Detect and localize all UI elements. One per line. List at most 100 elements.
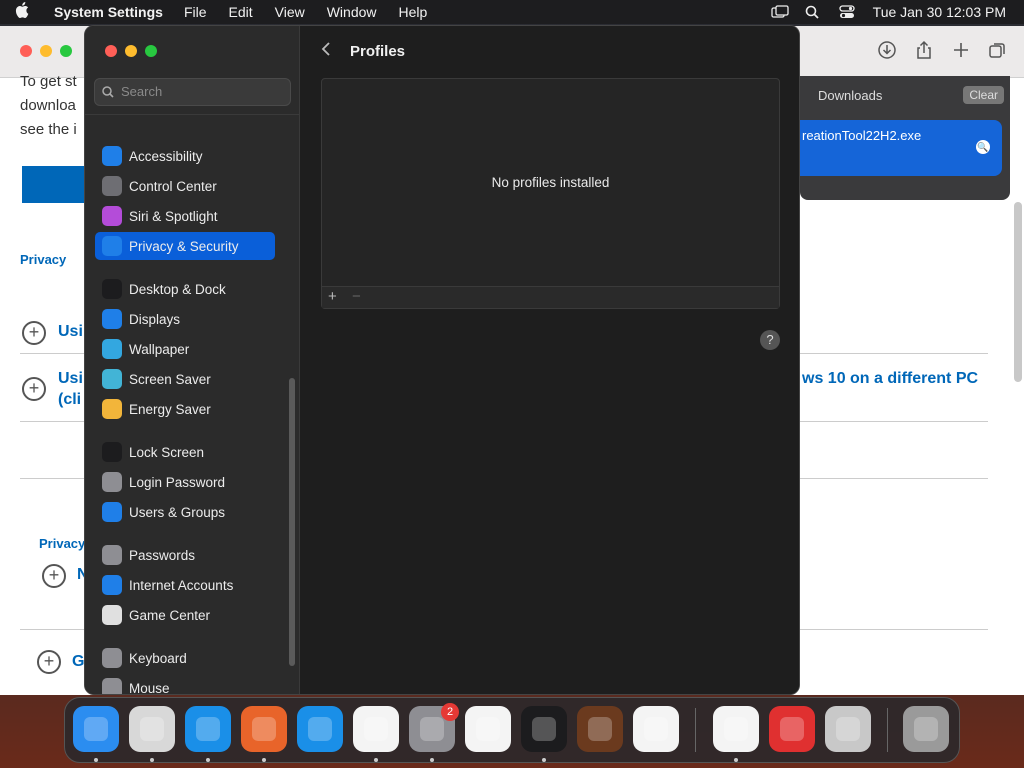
dock-app-garageband[interactable]: [577, 706, 623, 752]
dock-app-launchpad[interactable]: [129, 706, 175, 752]
sidebar-item-siri-spotlight[interactable]: Siri & Spotlight: [95, 202, 275, 230]
sidebar-item-lock-screen[interactable]: Lock Screen: [95, 438, 275, 466]
sidebar-item-desktop-dock[interactable]: Desktop & Dock: [95, 275, 275, 303]
lock-icon: [102, 442, 122, 462]
close-button[interactable]: [105, 45, 117, 57]
dock-app-visual-studio-code[interactable]: [633, 706, 679, 752]
sidebar-item-label: Screen Saver: [129, 371, 211, 387]
control-center-icon: [102, 176, 122, 196]
expand-plus-icon[interactable]: +: [22, 321, 46, 345]
spotlight-search-icon[interactable]: [805, 5, 821, 19]
settings-window-controls: [105, 45, 157, 57]
download-now-button[interactable]: [22, 166, 92, 203]
sidebar-item-internet-accounts[interactable]: Internet Accounts: [95, 571, 275, 599]
users-icon: [102, 502, 122, 522]
zoom-button[interactable]: [145, 45, 157, 57]
expand-plus-icon[interactable]: +: [42, 564, 66, 588]
minimize-button[interactable]: [125, 45, 137, 57]
sidebar-item-mouse[interactable]: Mouse: [95, 674, 275, 694]
download-item[interactable]: reationTool22H2.exe 🔍: [800, 120, 1002, 176]
web-accordion-link[interactable]: G: [72, 653, 84, 671]
downloads-clear-button[interactable]: Clear: [963, 86, 1004, 104]
menu-window[interactable]: Window: [316, 4, 388, 20]
add-profile-button[interactable]: +: [328, 288, 337, 305]
sidebar-item-users-groups[interactable]: Users & Groups: [95, 498, 275, 526]
web-privacy-link[interactable]: Privacy: [20, 252, 66, 267]
dock-app-installer[interactable]: [825, 706, 871, 752]
sidebar-item-label: Desktop & Dock: [129, 281, 226, 297]
menu-view[interactable]: View: [264, 4, 316, 20]
zoom-button[interactable]: [60, 45, 72, 57]
screen-saver-icon: [102, 369, 122, 389]
dock-app-app-store[interactable]: [297, 706, 343, 752]
sidebar-item-label: Game Center: [129, 607, 211, 623]
sidebar-item-energy-saver[interactable]: Energy Saver: [95, 395, 275, 423]
share-icon[interactable]: [913, 40, 934, 61]
sidebar-item-label: Lock Screen: [129, 444, 205, 460]
close-button[interactable]: [20, 45, 32, 57]
dock-app-firefox[interactable]: [241, 706, 287, 752]
sidebar-item-login-password[interactable]: Login Password: [95, 468, 275, 496]
launchpad-icon: [140, 717, 164, 741]
apple-menu-icon[interactable]: [0, 2, 44, 22]
preview-icon: [780, 717, 804, 741]
finder-icon: [84, 717, 108, 741]
sidebar-item-passwords[interactable]: Passwords: [95, 541, 275, 569]
dock-app-finder[interactable]: [73, 706, 119, 752]
expand-plus-icon[interactable]: +: [37, 650, 61, 674]
sidebar-item-control-center[interactable]: Control Center: [95, 172, 275, 200]
web-accordion-link[interactable]: (cli: [58, 391, 81, 409]
search-input[interactable]: Search: [94, 78, 291, 106]
terminal-icon: [532, 717, 556, 741]
web-accordion-link[interactable]: Usi: [58, 323, 83, 341]
sidebar-item-keyboard[interactable]: Keyboard: [95, 644, 275, 672]
detail-pane: Profiles No profiles installed + − ?: [301, 26, 799, 694]
sidebar-item-displays[interactable]: Displays: [95, 305, 275, 333]
dock-app-safari[interactable]: [185, 706, 231, 752]
menu-file[interactable]: File: [173, 4, 218, 20]
sidebar-item-accessibility[interactable]: Accessibility: [95, 142, 275, 170]
dock: [64, 697, 960, 763]
back-chevron-icon[interactable]: [321, 41, 331, 62]
accessibility-icon: [102, 146, 122, 166]
dock-app-terminal[interactable]: [521, 706, 567, 752]
reveal-in-finder-icon[interactable]: 🔍: [976, 140, 990, 154]
sidebar-item-screen-saver[interactable]: Screen Saver: [95, 365, 275, 393]
web-privacy-link[interactable]: Privacy: [39, 536, 85, 551]
browser-scrollbar[interactable]: [1014, 202, 1022, 382]
sun-icon: [102, 309, 122, 329]
web-text-line: To get st: [20, 73, 77, 90]
web-accordion-link[interactable]: Usi: [58, 370, 83, 388]
menu-clock[interactable]: Tue Jan 30 12:03 PM: [873, 4, 1006, 20]
mouse-icon: [102, 678, 122, 694]
running-indicator: [206, 758, 210, 762]
menu-help[interactable]: Help: [388, 4, 439, 20]
dock-app-chrome[interactable]: [353, 706, 399, 752]
control-center-icon[interactable]: [839, 5, 855, 19]
lock-icon: [102, 472, 122, 492]
web-accordion-link-right[interactable]: ws 10 on a different PC: [802, 370, 978, 388]
sidebar-scrollbar[interactable]: [289, 378, 295, 666]
menu-edit[interactable]: Edit: [218, 4, 264, 20]
expand-plus-icon[interactable]: +: [22, 377, 46, 401]
tab-overview-icon[interactable]: [987, 40, 1008, 61]
screen-mirroring-icon[interactable]: [771, 5, 789, 19]
web-text-line: downloa: [20, 97, 76, 114]
sidebar-item-wallpaper[interactable]: Wallpaper: [95, 335, 275, 363]
sidebar-item-label: Siri & Spotlight: [129, 208, 218, 224]
sidebar-item-game-center[interactable]: Game Center: [95, 601, 275, 629]
help-button[interactable]: ?: [760, 330, 780, 350]
dock-app-preview[interactable]: [769, 706, 815, 752]
search-icon: [102, 79, 114, 107]
dock-app-trash[interactable]: [903, 706, 949, 752]
profiles-list: No profiles installed + −: [321, 78, 780, 309]
new-tab-icon[interactable]: [950, 40, 971, 61]
remove-profile-button[interactable]: −: [352, 288, 361, 305]
desktop-icon: [102, 279, 122, 299]
dock-app-visual-studio[interactable]: [713, 706, 759, 752]
menu-app-name[interactable]: System Settings: [44, 4, 173, 20]
dock-app-textedit[interactable]: [465, 706, 511, 752]
minimize-button[interactable]: [40, 45, 52, 57]
downloads-icon[interactable]: [876, 40, 897, 61]
sidebar-item-privacy-security[interactable]: Privacy & Security: [95, 232, 275, 260]
